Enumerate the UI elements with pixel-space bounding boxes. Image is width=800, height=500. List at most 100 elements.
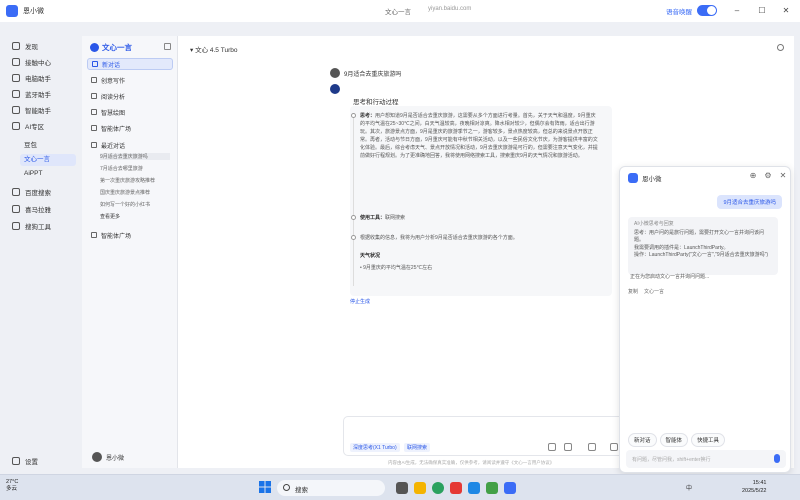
nav-computer[interactable]: 电脑助手 — [12, 71, 51, 85]
nav-label: 百度搜索 — [25, 190, 51, 197]
history-more-link[interactable]: 查看更多 — [100, 213, 170, 220]
microphone-icon[interactable] — [588, 443, 596, 451]
brand-label: 文心一言 — [102, 43, 132, 52]
user-profile[interactable]: 恩小微 — [92, 452, 124, 462]
history-item[interactable]: 第一次重庆旅游攻略推荐 — [100, 177, 170, 184]
attach-icon[interactable] — [548, 443, 556, 451]
smart-drawing-item[interactable]: 智慧绘图 — [87, 106, 173, 118]
audio-icon — [12, 205, 20, 213]
item-label: 创意写作 — [101, 78, 126, 85]
tray-language[interactable]: 中 — [686, 483, 692, 492]
date: 2025/5/22 — [742, 488, 767, 494]
settings-icon[interactable]: ⚙ — [763, 171, 773, 181]
minimize-icon[interactable]: – — [730, 4, 744, 18]
clock[interactable]: 15:41 2025/5/22 — [742, 479, 766, 495]
collapse-sidebar-icon[interactable] — [164, 43, 171, 50]
web-search-chip[interactable]: 联网搜索 — [404, 443, 431, 452]
history-item[interactable]: 如何写一个好的小红书 — [100, 201, 170, 208]
grid-icon — [91, 125, 97, 131]
assistant-reply-card: AI小微思考与回复 思考：用户问的是旅行问题，需要打开文心一言并询问该问题。 我… — [628, 217, 778, 275]
wechat-icon[interactable] — [486, 482, 498, 494]
assistant-input[interactable]: 有问题，尽管问我，shift+enter换行 — [626, 450, 786, 468]
edge-browser-icon[interactable] — [432, 482, 444, 494]
avatar — [92, 452, 102, 462]
close-icon[interactable]: ✕ — [779, 4, 793, 18]
new-chat-button[interactable]: 新对话 — [87, 58, 173, 70]
send-icon[interactable] — [610, 443, 618, 451]
voice-wake-toggle[interactable] — [697, 5, 717, 16]
image-upload-icon[interactable] — [564, 443, 572, 451]
settings-icon[interactable] — [777, 44, 784, 51]
app-logo-icon — [6, 5, 18, 17]
assistant-panel: 恩小微 ⊕ ⚙ ✕ 9月适合去重庆旅游吗 AI小微思考与回复 思考：用户问的是旅… — [619, 166, 791, 473]
agent-button[interactable]: 智能体 — [659, 433, 689, 447]
reading-analysis-item[interactable]: 阅读分析 — [87, 90, 173, 102]
compass-icon — [12, 42, 20, 50]
nav-discover[interactable]: 发现 — [12, 39, 38, 53]
maximize-icon[interactable]: ☐ — [755, 4, 769, 18]
agent-square-link[interactable]: 智能体广场 — [87, 229, 173, 241]
model-label: 文心 4.5 Turbo — [195, 47, 238, 54]
chat-input[interactable]: 深度思考(X1 Turbo) 联网搜索 — [343, 416, 629, 456]
microphone-icon[interactable] — [774, 454, 780, 463]
nav-ai-zone[interactable]: AI专区 — [12, 119, 44, 133]
nav-settings[interactable]: 设置 — [12, 454, 38, 468]
app-title: 恩小微 — [23, 8, 44, 15]
step-text: 用户想知道9月是否适合去重庆旅游，这需要从多个方面进行考量。首先，关于天气和温度… — [360, 113, 598, 159]
model-selector[interactable]: ▾ 文心 4.5 Turbo — [190, 44, 237, 54]
nav-sogou-tool[interactable]: 搜狗工具 — [12, 219, 51, 233]
file-explorer-icon[interactable] — [414, 482, 426, 494]
history-item[interactable]: 9月适合去重庆旅游吗 — [100, 153, 170, 160]
nav-baidu-search[interactable]: 百度搜索 — [12, 185, 51, 199]
item-label: 智能体广场 — [101, 126, 132, 133]
item-label: 阅读分析 — [101, 94, 126, 101]
stop-generate-button[interactable]: 停止生成 — [350, 298, 370, 305]
step-bullet — [351, 235, 356, 240]
thinking-header: 思考和行动过程 — [353, 99, 399, 106]
user-message-text: 9月适合去重庆旅游吗 — [344, 71, 402, 78]
card-title: AI小微思考与回复 — [634, 221, 674, 227]
disclaimer: 内容由AI生成，无法确保真实准确，仅供参考，请阅读并遵守《文心一言用户协议》 — [388, 460, 555, 465]
task-view-icon[interactable] — [396, 482, 408, 494]
thinking-box: 思考：用户想知道9月是否适合去重庆旅游，这需要从多个方面进行考量。首先，关于天气… — [350, 106, 612, 296]
timeline-line — [353, 116, 354, 286]
deep-think-chip[interactable]: 深度思考(X1 Turbo) — [350, 443, 400, 452]
nav-bluetooth[interactable]: 蓝牙助手 — [12, 87, 51, 101]
new-chat-button[interactable]: 新对话 — [628, 433, 657, 447]
agent-square-item[interactable]: 智能体广场 — [87, 122, 173, 134]
history-item[interactable]: 7月适合去哪里旅游 — [100, 165, 170, 172]
page-title: 文心一言 — [385, 9, 411, 16]
nav-sub-yiyan[interactable]: 文心一言 — [20, 154, 76, 166]
close-icon[interactable]: ✕ — [778, 171, 788, 181]
page-url: yiyan.baidu.com — [428, 6, 472, 12]
copy-button[interactable]: 复制 — [628, 288, 638, 295]
taskbar-search[interactable]: 搜索 — [277, 480, 385, 496]
history-item[interactable]: 国庆重庆旅游景点推荐 — [100, 189, 170, 196]
search-icon — [283, 484, 290, 491]
quick-tools-button[interactable]: 快捷工具 — [691, 433, 726, 447]
nav-contact[interactable]: 接触中心 — [12, 55, 51, 69]
nav-smart[interactable]: 智能助手 — [12, 103, 51, 117]
contact-icon — [12, 58, 20, 66]
card-line: 操作：LaunchThirdParty("文心一言","9月适合去重庆旅游吗") — [634, 252, 769, 258]
nav-label: 电脑助手 — [25, 76, 51, 83]
history-title: 最近对话 — [101, 143, 126, 150]
yiyan-link[interactable]: 文心一言 — [644, 288, 664, 295]
user-name: 恩小微 — [106, 455, 125, 462]
avatar — [330, 68, 340, 78]
nav-label: 智能助手 — [25, 108, 51, 115]
history-icon[interactable]: ⊕ — [748, 171, 758, 181]
nav-sub-doubao[interactable]: 豆包 — [24, 140, 37, 152]
creative-writing-item[interactable]: 创意写作 — [87, 74, 173, 86]
weather-widget[interactable]: 27°C 多云 — [6, 479, 18, 493]
weather-text: 多云 — [6, 486, 18, 492]
nav-sub-aippt[interactable]: AiPPT — [24, 168, 42, 180]
pen-icon — [91, 77, 97, 83]
app-icon[interactable] — [468, 482, 480, 494]
assistant-app-icon[interactable] — [504, 482, 516, 494]
assistant-header: 恩小微 — [628, 173, 662, 183]
thinking-step: 使用工具：联网搜索 — [351, 214, 600, 222]
windows-start-icon[interactable] — [259, 481, 271, 493]
app-icon[interactable] — [450, 482, 462, 494]
nav-ximalaya[interactable]: 喜马拉雅 — [12, 202, 51, 216]
